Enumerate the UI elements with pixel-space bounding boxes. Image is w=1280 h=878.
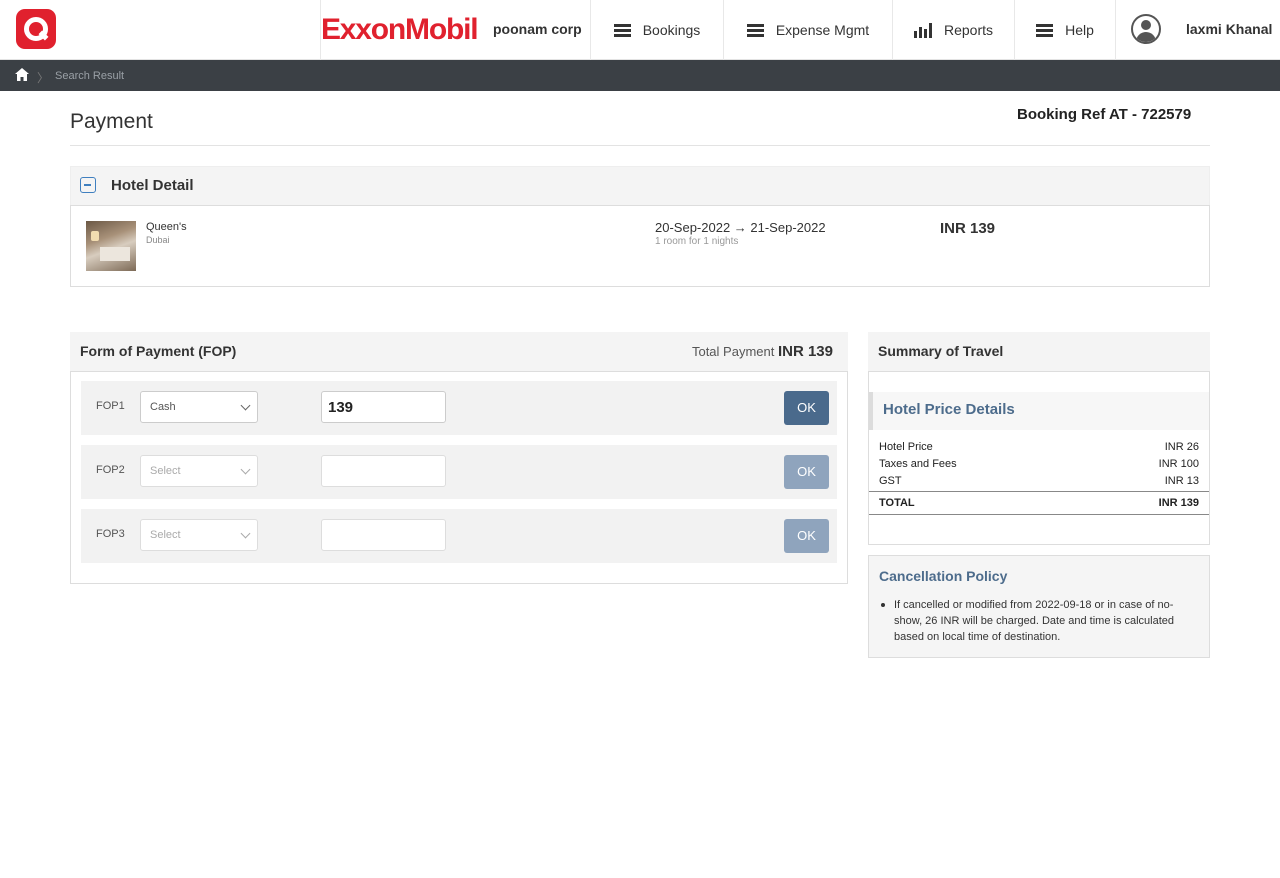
- company-name: poonam corp: [493, 21, 582, 37]
- brand-logo: ExxonMobil: [321, 13, 479, 46]
- price-value: INR 26: [1164, 441, 1199, 453]
- hotel-name: Queen's: [146, 221, 187, 233]
- fop1-amount-input[interactable]: 139: [321, 391, 446, 423]
- fop-total: Total Payment INR 139: [692, 343, 833, 360]
- bullet-icon: [881, 603, 885, 607]
- chevron-down-icon: [240, 400, 251, 411]
- nav-expense-label: Expense Mgmt: [775, 22, 870, 38]
- breadcrumb-current[interactable]: Search Result: [55, 70, 124, 82]
- collapse-icon[interactable]: [80, 177, 96, 193]
- fop-total-label: Total Payment: [691, 344, 775, 359]
- app-logo-icon[interactable]: [16, 9, 56, 49]
- price-value: INR 13: [1164, 475, 1199, 487]
- stay-dates: 20-Sep-2022 → 21-Sep-2022: [655, 220, 826, 235]
- chevron-down-icon: [240, 528, 251, 539]
- price-label: GST: [879, 475, 902, 487]
- cancellation-policy: Cancellation Policy If cancelled or modi…: [868, 555, 1210, 658]
- page-title: Payment: [70, 110, 153, 133]
- nav-reports[interactable]: Reports: [892, 0, 1014, 60]
- price-value: INR 100: [1158, 458, 1199, 470]
- room-info: 1 room for 1 nights: [655, 236, 739, 247]
- user-menu[interactable]: laxmi Khanal: [1115, 0, 1280, 60]
- hotel-price: INR 139: [940, 220, 996, 237]
- fop-title: Form of Payment (FOP): [80, 343, 237, 359]
- breadcrumb-bar: [0, 60, 1280, 91]
- nav-help-label: Help: [1065, 22, 1094, 38]
- nav-bookings[interactable]: Bookings: [590, 0, 723, 60]
- fop-total-value: INR 139: [777, 343, 833, 360]
- hotel-city: Dubai: [146, 235, 170, 245]
- top-navbar: ExxonMobil poonam corp Bookings Expense …: [0, 0, 1280, 60]
- bar-chart-icon: [913, 22, 932, 38]
- total-divider: [869, 491, 1209, 492]
- menu-icon: [613, 23, 631, 37]
- fop2-payment-select[interactable]: Select: [140, 455, 258, 487]
- fop3-select-value: Select: [150, 529, 181, 541]
- fop1-ok-button[interactable]: OK: [784, 391, 829, 425]
- fop3-amount-input[interactable]: [321, 519, 446, 551]
- fop-label: FOP3: [96, 528, 125, 540]
- menu-icon: [746, 23, 764, 37]
- hotel-thumbnail: [86, 221, 136, 271]
- price-label: Hotel Price: [879, 441, 933, 453]
- fop-header: Form of Payment (FOP) Total Payment INR …: [70, 332, 848, 371]
- total-divider: [869, 514, 1209, 515]
- summary-header: Summary of Travel: [868, 332, 1210, 371]
- hotel-detail-header[interactable]: Hotel Detail: [70, 166, 1210, 206]
- summary-title: Summary of Travel: [878, 343, 1004, 359]
- hotel-detail-body: Queen's Dubai 20-Sep-2022 → 21-Sep-2022 …: [70, 205, 1210, 287]
- fop-label: FOP2: [96, 464, 125, 476]
- total-label: TOTAL: [879, 497, 915, 509]
- fop2-select-value: Select: [150, 465, 181, 477]
- brand-area: ExxonMobil poonam corp: [320, 0, 591, 60]
- nav-help[interactable]: Help: [1014, 0, 1115, 60]
- summary-body: Hotel Price Details Hotel Price INR 26 T…: [868, 371, 1210, 545]
- cancellation-title: Cancellation Policy: [879, 568, 1008, 584]
- fop1-select-value: Cash: [150, 401, 176, 413]
- cancellation-text: If cancelled or modified from 2022-09-18…: [894, 599, 1175, 643]
- fop-row: FOP3 Select OK: [81, 509, 837, 563]
- breadcrumb-separator-icon: 〉: [37, 71, 50, 85]
- divider: [70, 145, 1210, 146]
- fop-body: FOP1 Cash 139 OK FOP2 Select OK FOP3 Sel…: [70, 371, 848, 584]
- user-name[interactable]: laxmi Khanal: [1186, 21, 1272, 37]
- price-label: Taxes and Fees: [879, 458, 957, 470]
- fop3-ok-button[interactable]: OK: [784, 519, 829, 553]
- fop-row: FOP1 Cash 139 OK: [81, 381, 837, 435]
- fop-row: FOP2 Select OK: [81, 445, 837, 499]
- fop3-payment-select[interactable]: Select: [140, 519, 258, 551]
- user-avatar-icon[interactable]: [1131, 14, 1161, 44]
- chevron-down-icon: [240, 464, 251, 475]
- price-details-header: Hotel Price Details: [869, 392, 1209, 430]
- fop1-payment-select[interactable]: Cash: [140, 391, 258, 423]
- price-details-title: Hotel Price Details: [883, 401, 1015, 418]
- fop-label: FOP1: [96, 400, 125, 412]
- menu-icon: [1036, 23, 1054, 37]
- fop2-ok-button[interactable]: OK: [784, 455, 829, 489]
- nav-bookings-label: Bookings: [642, 22, 701, 38]
- fop2-amount-input[interactable]: [321, 455, 446, 487]
- hotel-detail-title: Hotel Detail: [111, 177, 194, 194]
- nav-expense-mgmt[interactable]: Expense Mgmt: [723, 0, 892, 60]
- home-icon[interactable]: [15, 68, 29, 81]
- booking-ref: Booking Ref AT - 722579: [1017, 106, 1192, 123]
- nav-reports-label: Reports: [943, 22, 994, 38]
- total-value: INR 139: [1158, 497, 1199, 509]
